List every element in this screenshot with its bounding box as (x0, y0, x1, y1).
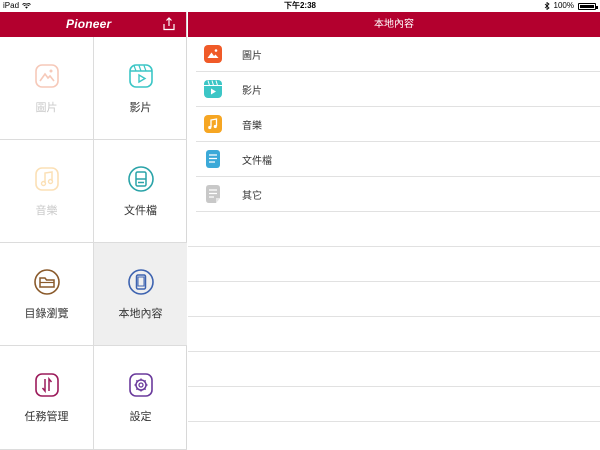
local-device-icon (127, 268, 154, 295)
list-item-music[interactable]: 音樂 (196, 107, 600, 142)
tile-task-management-label: 任務管理 (24, 411, 69, 423)
battery-percent: 100% (553, 1, 574, 10)
tile-folder-browse-label: 目錄瀏覽 (24, 307, 69, 320)
left-panel: Pioneer 圖片 影片 音樂 文件檔 目錄瀏覽 本地內容 任務管理 設定 (0, 12, 187, 450)
brand-logo: Pioneer (66, 17, 112, 31)
tile-settings-label: 設定 (129, 411, 152, 423)
folder-browse-icon (33, 268, 60, 295)
tile-videos[interactable]: 影片 (94, 37, 187, 140)
list-item-label: 圖片 (242, 50, 262, 62)
document-icon (206, 150, 220, 168)
list-item-label: 影片 (242, 85, 262, 97)
empty-row (188, 212, 600, 247)
music-icon (204, 115, 222, 133)
status-right: 100% (544, 0, 598, 12)
tile-photos-label: 圖片 (35, 101, 58, 114)
battery-icon (578, 2, 598, 10)
tile-local-content-label: 本地內容 (118, 307, 163, 320)
right-header-title: 本地內容 (188, 12, 600, 37)
left-header: Pioneer (0, 12, 186, 37)
tile-local-content[interactable]: 本地內容 (94, 243, 187, 346)
empty-row (188, 282, 600, 317)
empty-row (188, 247, 600, 282)
task-transfer-icon (34, 373, 59, 397)
status-time: 下午2:38 (283, 1, 316, 10)
list-item-photos[interactable]: 圖片 (196, 37, 600, 72)
tile-documents-label: 文件檔 (124, 204, 157, 217)
video-icon (204, 80, 222, 98)
empty-row (188, 352, 600, 387)
video-icon (128, 63, 153, 88)
document-icon (127, 165, 154, 192)
photo-icon (204, 45, 222, 63)
bluetooth-icon (544, 2, 550, 10)
tile-photos[interactable]: 圖片 (0, 37, 94, 140)
list-item-documents[interactable]: 文件檔 (196, 142, 600, 177)
tile-documents[interactable]: 文件檔 (94, 140, 187, 243)
empty-row (188, 387, 600, 422)
main-menu-grid: 圖片 影片 音樂 文件檔 目錄瀏覽 本地內容 任務管理 設定 (0, 37, 187, 450)
right-panel: 本地內容 圖片 影片 音樂 文件檔 其它 (188, 12, 600, 450)
tile-videos-label: 影片 (129, 101, 152, 114)
photo-icon (34, 63, 59, 88)
list-item-label: 音樂 (242, 120, 262, 132)
music-icon (34, 166, 59, 191)
tile-settings[interactable]: 設定 (94, 346, 187, 450)
list-item-other[interactable]: 其它 (196, 177, 600, 212)
list-item-label: 其它 (242, 190, 262, 202)
tile-folder-browse[interactable]: 目錄瀏覽 (0, 243, 94, 346)
local-content-list: 圖片 影片 音樂 文件檔 其它 (188, 37, 600, 422)
empty-row (188, 317, 600, 352)
gear-icon (128, 373, 153, 397)
list-item-label: 文件檔 (242, 155, 272, 167)
tile-music-label: 音樂 (35, 204, 58, 217)
list-item-videos[interactable]: 影片 (196, 72, 600, 107)
tile-music[interactable]: 音樂 (0, 140, 94, 243)
tile-task-management[interactable]: 任務管理 (0, 346, 94, 450)
share-export-icon[interactable] (162, 17, 176, 31)
other-file-icon (206, 185, 220, 203)
status-bar: iPad 下午2:38 100% (0, 0, 600, 12)
